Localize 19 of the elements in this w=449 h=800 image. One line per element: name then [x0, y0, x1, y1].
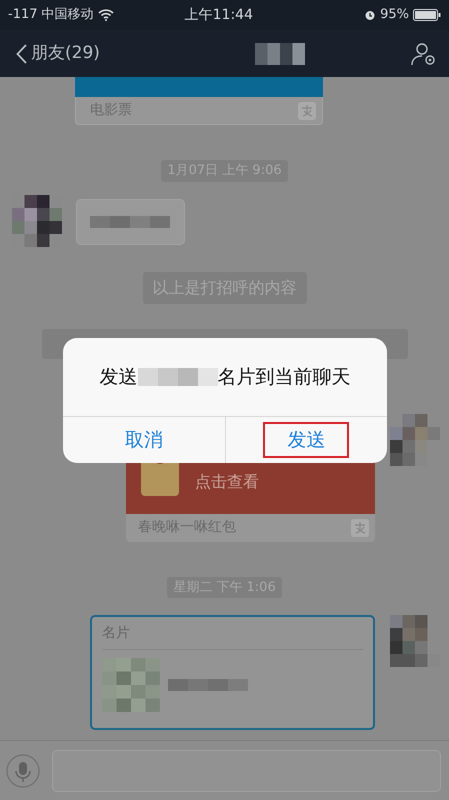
back-button[interactable]: 朋友(29): [16, 40, 100, 66]
status-time: 上午11:44: [184, 6, 254, 24]
dialog-message: 名片到当前聊天: [218, 364, 350, 390]
microphone-icon[interactable]: [6, 754, 40, 788]
redacted-title: [255, 42, 306, 64]
back-chevron-icon: [16, 44, 27, 64]
battery-percent: 95%: [380, 6, 409, 24]
packet-action-text: 点击查看: [195, 470, 259, 492]
wifi-icon: [98, 9, 114, 21]
alarm-icon: [364, 9, 376, 21]
payment-icon: [351, 518, 369, 536]
payment-icon: [298, 102, 316, 120]
dialog-button[interactable]: 发送: [224, 417, 387, 463]
contact-settings-icon[interactable]: [411, 42, 437, 66]
carrier-name: 中国移动: [42, 6, 94, 24]
dialog-button[interactable]: 取消: [63, 417, 224, 463]
dialog-message: 发送: [100, 364, 138, 390]
signal-strength: -117: [8, 6, 38, 24]
battery-icon: [413, 9, 441, 21]
